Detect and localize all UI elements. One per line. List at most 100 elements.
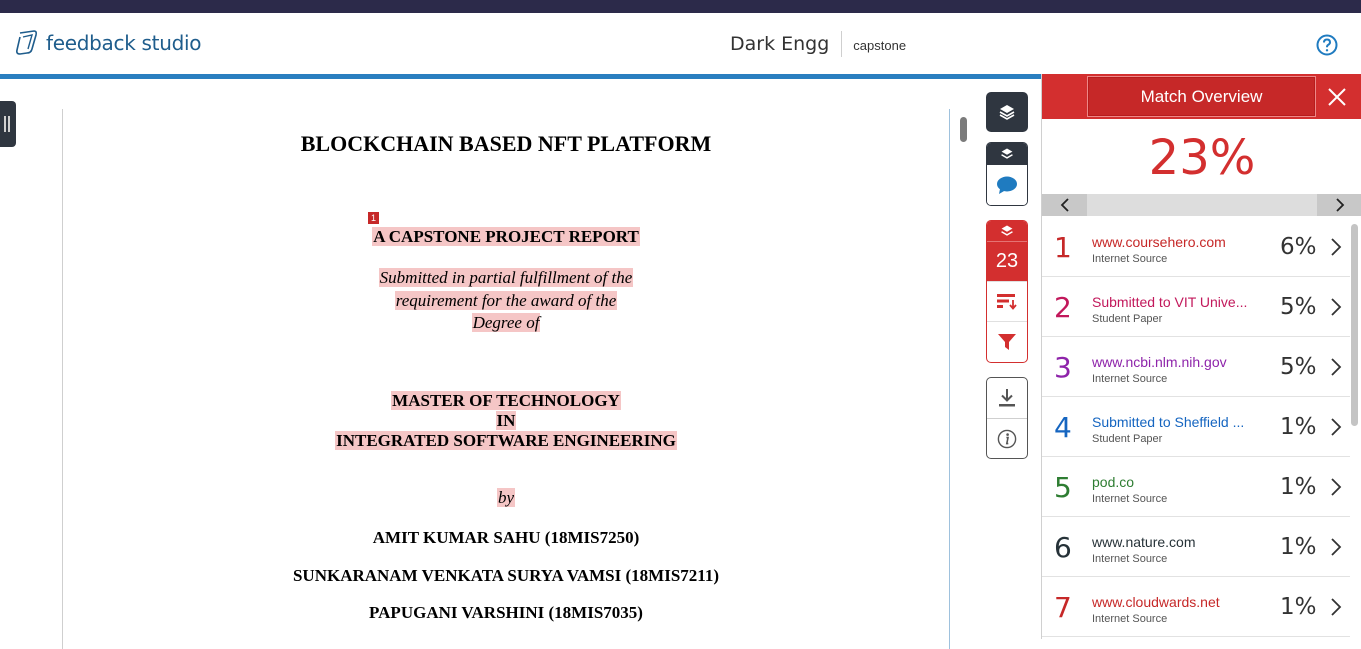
utility-group bbox=[986, 377, 1028, 459]
similarity-layer-group: 23 bbox=[986, 220, 1028, 363]
submitted-line-3-text: Degree of bbox=[471, 313, 541, 332]
document-title-text: BLOCKCHAIN BASED NFT PLATFORM bbox=[300, 131, 712, 156]
chevron-right-icon bbox=[1331, 538, 1342, 556]
match-row-7[interactable]: 7 www.cloudwards.net Internet Source 1% bbox=[1042, 577, 1350, 637]
chevron-right-icon bbox=[1331, 478, 1342, 496]
match-percent: 1% bbox=[1280, 414, 1317, 440]
match-percent: 1% bbox=[1280, 474, 1317, 500]
chevron-right-icon bbox=[1331, 418, 1342, 436]
overall-similarity-percent: 23% bbox=[1148, 130, 1256, 186]
sort-button[interactable] bbox=[987, 280, 1027, 322]
panel-header: Match Overview bbox=[1042, 74, 1361, 119]
comment-bubble-icon bbox=[997, 176, 1017, 194]
close-icon[interactable] bbox=[1327, 87, 1347, 107]
match-percent: 5% bbox=[1280, 354, 1317, 380]
submitted-line-2: requirement for the award of the bbox=[62, 291, 950, 311]
match-row-2[interactable]: 2 Submitted to VIT Unive... Student Pape… bbox=[1042, 277, 1350, 337]
match-overview-title[interactable]: Match Overview bbox=[1087, 76, 1316, 117]
match-overview-panel: Match Overview 23% 1 www.coursehero.com … bbox=[1041, 74, 1361, 639]
degree-line-3: INTEGRATED SOFTWARE ENGINEERING bbox=[62, 431, 950, 451]
submitted-line-1: Submitted in partial fulfillment of the bbox=[62, 268, 950, 288]
match-source: www.coursehero.com bbox=[1092, 234, 1226, 250]
by-text: by bbox=[496, 488, 516, 507]
match-list-scrollbar[interactable] bbox=[1351, 224, 1358, 426]
assignment-name: capstone bbox=[853, 37, 907, 53]
chevron-right-icon bbox=[1335, 198, 1344, 212]
match-percent: 6% bbox=[1280, 234, 1317, 260]
match-rank: 3 bbox=[1054, 351, 1072, 384]
chevron-right-icon bbox=[1331, 358, 1342, 376]
info-button[interactable] bbox=[987, 418, 1027, 458]
degree-line-3-text: INTEGRATED SOFTWARE ENGINEERING bbox=[335, 431, 677, 450]
download-button[interactable] bbox=[987, 378, 1027, 418]
download-icon bbox=[999, 389, 1015, 407]
match-rank: 4 bbox=[1054, 411, 1072, 444]
grading-layer-toggle[interactable] bbox=[987, 143, 1027, 165]
feedback-studio-logo[interactable]: feedback studio bbox=[14, 29, 201, 57]
degree-line-1: MASTER OF TECHNOLOGY bbox=[62, 391, 950, 411]
match-row-3[interactable]: 3 www.ncbi.nlm.nih.gov Internet Source 5… bbox=[1042, 337, 1350, 397]
report-heading-text: A CAPSTONE PROJECT REPORT bbox=[372, 227, 640, 246]
layers-button[interactable] bbox=[986, 92, 1028, 132]
layers-icon bbox=[1001, 148, 1013, 159]
degree-line-1-text: MASTER OF TECHNOLOGY bbox=[391, 391, 621, 410]
layers-icon bbox=[999, 105, 1015, 120]
match-percent: 5% bbox=[1280, 294, 1317, 320]
submitted-line-1-text: Submitted in partial fulfillment of the bbox=[378, 268, 634, 287]
document-title: Dark Engg bbox=[730, 33, 830, 55]
match-source-type: Internet Source bbox=[1092, 253, 1168, 265]
help-circle-icon[interactable] bbox=[1316, 34, 1338, 56]
comments-button[interactable] bbox=[987, 165, 1027, 205]
match-source: www.cloudwards.net bbox=[1092, 594, 1220, 610]
match-source: www.ncbi.nlm.nih.gov bbox=[1092, 354, 1227, 370]
match-rank: 1 bbox=[1054, 231, 1072, 264]
match-percent: 1% bbox=[1280, 534, 1317, 560]
match-source: pod.co bbox=[1092, 474, 1135, 490]
match-source-type: Student Paper bbox=[1092, 433, 1163, 445]
match-rank: 6 bbox=[1054, 531, 1072, 564]
browser-title-strip bbox=[0, 0, 1361, 13]
match-row-5[interactable]: 5 pod.co Internet Source 1% bbox=[1042, 457, 1350, 517]
report-heading: A CAPSTONE PROJECT REPORT bbox=[62, 227, 950, 247]
chevron-right-icon bbox=[1331, 598, 1342, 616]
degree-line-2-text: IN bbox=[495, 411, 517, 430]
match-percent: 1% bbox=[1280, 594, 1317, 620]
app-header: feedback studio Dark Engg capstone bbox=[0, 13, 1361, 74]
match-source-type: Internet Source bbox=[1092, 493, 1168, 505]
match-source: Submitted to Sheffield ... bbox=[1092, 414, 1245, 430]
document-viewer[interactable]: BLOCKCHAIN BASED NFT PLATFORM 1 A CAPSTO… bbox=[0, 79, 1041, 649]
match-marker-1[interactable]: 1 bbox=[368, 212, 379, 224]
similarity-layer-toggle[interactable] bbox=[987, 221, 1027, 241]
submitted-line-3: Degree of bbox=[62, 313, 950, 333]
match-row-1[interactable]: 1 www.coursehero.com Internet Source 6% bbox=[1042, 217, 1350, 277]
info-icon bbox=[997, 429, 1017, 448]
next-match-button[interactable] bbox=[1317, 194, 1361, 216]
match-rank: 2 bbox=[1054, 291, 1072, 324]
match-row-6[interactable]: 6 www.nature.com Internet Source 1% bbox=[1042, 517, 1350, 577]
chevron-right-icon bbox=[1331, 298, 1342, 316]
sort-icon bbox=[997, 294, 1017, 311]
title-group: Dark Engg capstone bbox=[730, 31, 906, 57]
match-source: www.nature.com bbox=[1092, 534, 1196, 550]
match-source-type: Student Paper bbox=[1092, 313, 1163, 325]
layers-icon bbox=[1001, 225, 1013, 236]
author-2: SUNKARANAM VENKATA SURYA VAMSI (18MIS721… bbox=[292, 566, 720, 585]
logo-text: feedback studio bbox=[46, 31, 202, 55]
document-scrollbar[interactable] bbox=[957, 109, 967, 639]
match-nav-strip bbox=[1042, 194, 1361, 216]
chevron-right-icon bbox=[1331, 238, 1342, 256]
grading-layer-group bbox=[986, 142, 1028, 206]
author-3: PAPUGANI VARSHINI (18MIS7035) bbox=[369, 603, 643, 622]
similarity-score-button[interactable]: 23 bbox=[987, 240, 1027, 281]
chevron-left-icon bbox=[1060, 198, 1069, 212]
match-source-type: Internet Source bbox=[1092, 553, 1168, 565]
match-source-type: Internet Source bbox=[1092, 613, 1168, 625]
match-rank: 5 bbox=[1054, 471, 1072, 504]
filter-button[interactable] bbox=[987, 321, 1027, 362]
match-row-4[interactable]: 4 Submitted to Sheffield ... Student Pap… bbox=[1042, 397, 1350, 457]
filter-icon bbox=[998, 334, 1016, 351]
feedback-studio-logo-icon bbox=[16, 30, 38, 55]
previous-match-button[interactable] bbox=[1042, 194, 1087, 216]
side-panel-handle[interactable] bbox=[0, 101, 16, 147]
document-scroll-thumb[interactable] bbox=[960, 117, 967, 142]
